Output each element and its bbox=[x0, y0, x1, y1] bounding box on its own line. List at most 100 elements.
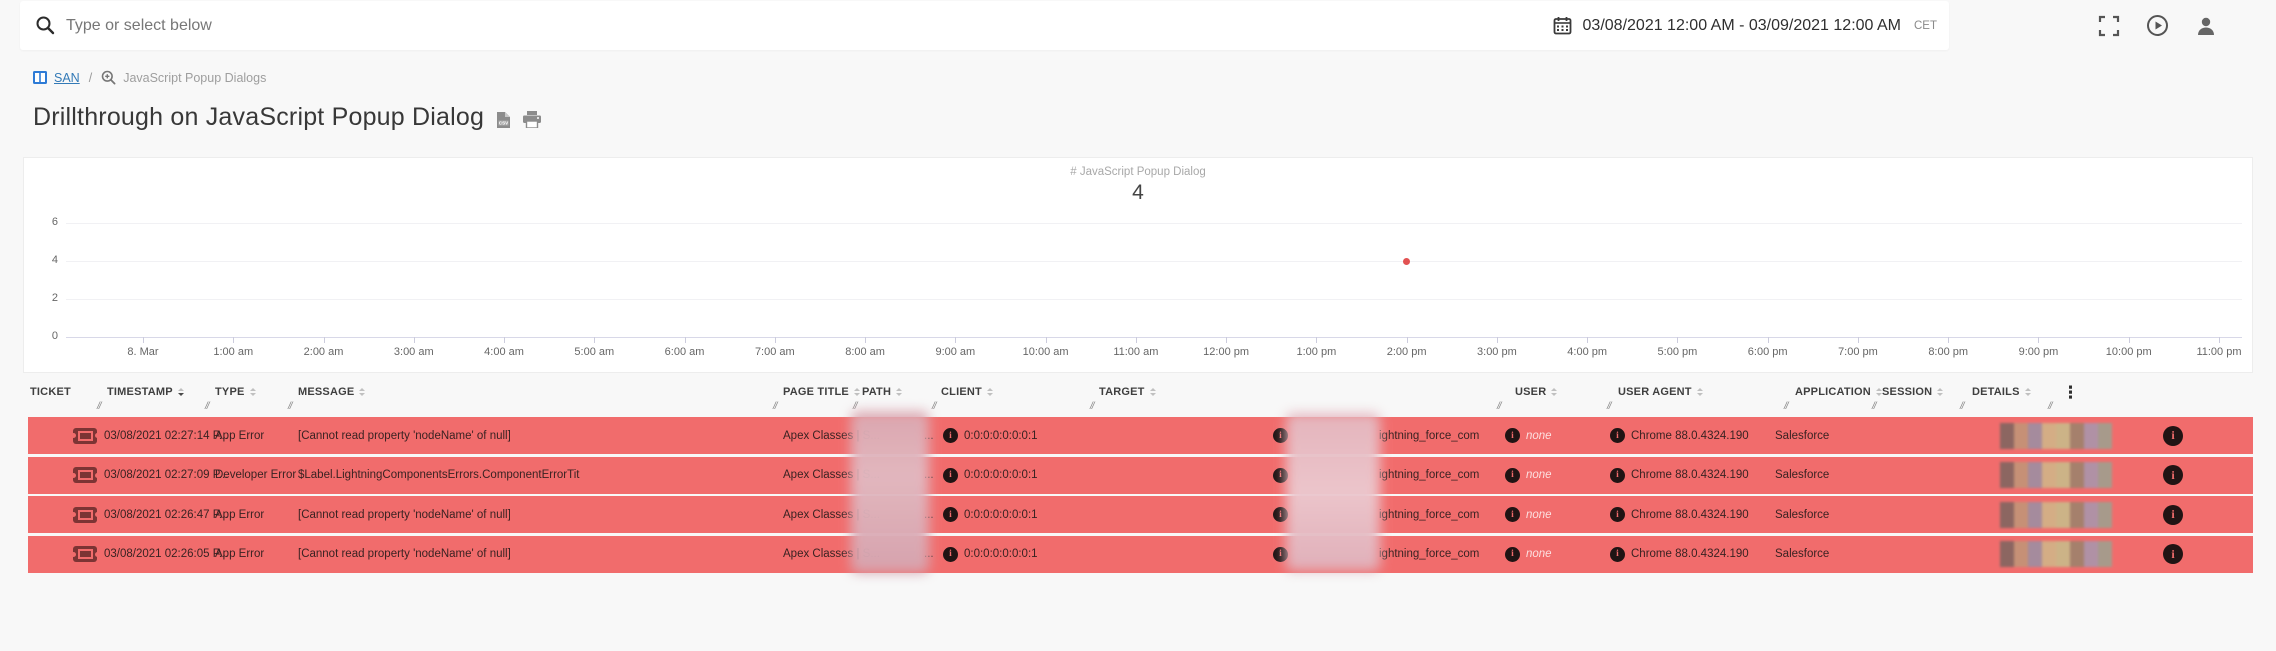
info-icon[interactable] bbox=[1610, 547, 1625, 562]
column-resize-handle[interactable] bbox=[1607, 401, 1611, 412]
fullscreen-button[interactable] bbox=[2098, 15, 2120, 37]
x-tick bbox=[2129, 337, 2130, 343]
ticket-icon[interactable] bbox=[73, 457, 97, 494]
cell-session[interactable] bbox=[2000, 536, 2112, 573]
col-header-client[interactable]: CLIENT bbox=[941, 386, 993, 398]
x-tick-label: 9:00 am bbox=[919, 346, 991, 358]
sort-icon bbox=[1551, 388, 1557, 396]
page-title: Drillthrough on JavaScript Popup Dialog bbox=[33, 103, 484, 132]
details-info-icon[interactable] bbox=[2163, 457, 2189, 494]
table-body: 03/08/2021 02:27:14 P... App Error [Cann… bbox=[28, 417, 2253, 575]
col-header-details[interactable]: DETAILS bbox=[1972, 386, 2031, 398]
sort-icon bbox=[987, 388, 993, 396]
breadcrumb-link-san[interactable]: SAN bbox=[54, 71, 80, 85]
col-header-timestamp[interactable]: TIMESTAMP bbox=[107, 386, 184, 398]
x-tick-label: 11:00 pm bbox=[2183, 346, 2255, 358]
col-header-type[interactable]: TYPE bbox=[215, 386, 256, 398]
info-icon[interactable] bbox=[1505, 507, 1520, 522]
cell-application: Salesforce bbox=[1775, 496, 1829, 533]
col-header-page-title[interactable]: PAGE TITLE bbox=[783, 386, 860, 398]
column-resize-handle[interactable] bbox=[932, 401, 936, 412]
cell-path-more: ... bbox=[924, 457, 934, 494]
x-tick bbox=[1768, 337, 1769, 343]
ticket-icon[interactable] bbox=[73, 536, 97, 573]
x-tick bbox=[1858, 337, 1859, 343]
x-tick bbox=[504, 337, 505, 343]
info-icon[interactable] bbox=[943, 428, 958, 443]
column-resize-handle[interactable] bbox=[1872, 401, 1876, 412]
info-icon[interactable] bbox=[1610, 428, 1625, 443]
column-resize-handle[interactable] bbox=[97, 401, 101, 412]
x-tick-label: 5:00 pm bbox=[1641, 346, 1713, 358]
info-icon[interactable] bbox=[943, 507, 958, 522]
print-button[interactable] bbox=[523, 111, 541, 128]
table-row[interactable]: 03/08/2021 02:27:09 P... Developer Error… bbox=[28, 457, 2253, 494]
col-header-path[interactable]: PATH bbox=[862, 386, 902, 398]
col-header-user[interactable]: USER bbox=[1515, 386, 1557, 398]
x-tick bbox=[865, 337, 866, 343]
info-icon[interactable] bbox=[1273, 507, 1288, 522]
cell-path-more: ... bbox=[924, 536, 934, 573]
info-icon[interactable] bbox=[1273, 428, 1288, 443]
x-tick bbox=[1677, 337, 1678, 343]
col-header-user-agent[interactable]: USER AGENT bbox=[1618, 386, 1703, 398]
ticket-icon[interactable] bbox=[73, 496, 97, 533]
info-icon[interactable] bbox=[943, 547, 958, 562]
cell-user: none bbox=[1505, 496, 1552, 533]
info-icon[interactable] bbox=[1505, 468, 1520, 483]
cell-session[interactable] bbox=[2000, 417, 2112, 454]
column-resize-handle[interactable] bbox=[205, 401, 209, 412]
cell-session[interactable] bbox=[2000, 496, 2112, 533]
column-resize-handle[interactable] bbox=[773, 401, 777, 412]
col-header-message[interactable]: MESSAGE bbox=[298, 386, 365, 398]
user-menu-button[interactable] bbox=[2195, 15, 2217, 37]
column-resize-handle[interactable] bbox=[2048, 401, 2052, 412]
x-tick-label: 12:00 pm bbox=[1190, 346, 1262, 358]
y-tick-label: 0 bbox=[30, 330, 58, 342]
col-header-application[interactable]: APPLICATION bbox=[1795, 386, 1882, 398]
col-header-session[interactable]: SESSION bbox=[1882, 386, 1943, 398]
info-icon[interactable] bbox=[1505, 547, 1520, 562]
column-resize-handle[interactable] bbox=[1960, 401, 1964, 412]
x-tick-label: 10:00 am bbox=[1010, 346, 1082, 358]
column-menu-icon[interactable] bbox=[2058, 383, 2083, 403]
x-tick bbox=[685, 337, 686, 343]
date-range-picker[interactable]: 03/08/2021 12:00 AM - 03/09/2021 12:00 A… bbox=[1553, 1, 1937, 50]
table-row[interactable]: 03/08/2021 02:26:47 P... App Error [Cann… bbox=[28, 496, 2253, 533]
chart-data-point[interactable] bbox=[1403, 258, 1410, 265]
x-tick bbox=[1136, 337, 1137, 343]
session-blur bbox=[2000, 502, 2112, 528]
x-tick bbox=[1497, 337, 1498, 343]
column-resize-handle[interactable] bbox=[1784, 401, 1788, 412]
details-info-icon[interactable] bbox=[2163, 536, 2189, 573]
cell-session[interactable] bbox=[2000, 457, 2112, 494]
x-tick bbox=[1948, 337, 1949, 343]
x-tick-label: 1:00 pm bbox=[1280, 346, 1352, 358]
column-resize-handle[interactable] bbox=[1497, 401, 1501, 412]
cell-target: ightning_force_com bbox=[1273, 417, 1479, 454]
utility-toolbar bbox=[2098, 14, 2217, 37]
details-info-icon[interactable] bbox=[2163, 496, 2189, 533]
info-icon[interactable] bbox=[1273, 468, 1288, 483]
info-icon[interactable] bbox=[1610, 507, 1625, 522]
cell-page-title: Apex Classes | S... bbox=[783, 417, 880, 454]
cell-user: none bbox=[1505, 417, 1552, 454]
export-csv-button[interactable]: CSV bbox=[496, 111, 511, 129]
ticket-icon[interactable] bbox=[73, 417, 97, 454]
column-resize-handle[interactable] bbox=[288, 401, 292, 412]
table-row[interactable]: 03/08/2021 02:27:14 P... App Error [Cann… bbox=[28, 417, 2253, 454]
info-icon[interactable] bbox=[1505, 428, 1520, 443]
replay-button[interactable] bbox=[2146, 14, 2169, 37]
info-icon[interactable] bbox=[1273, 547, 1288, 562]
info-icon[interactable] bbox=[1610, 468, 1625, 483]
x-tick bbox=[955, 337, 956, 343]
column-resize-handle[interactable] bbox=[1090, 401, 1094, 412]
table-row[interactable]: 03/08/2021 02:26:05 P... App Error [Cann… bbox=[28, 536, 2253, 573]
breadcrumb: SAN / JavaScript Popup Dialogs bbox=[33, 70, 266, 85]
col-header-ticket[interactable]: TICKET bbox=[30, 386, 71, 398]
col-header-target[interactable]: TARGET bbox=[1099, 386, 1156, 398]
details-info-icon[interactable] bbox=[2163, 417, 2189, 454]
info-icon[interactable] bbox=[943, 468, 958, 483]
search-input[interactable] bbox=[66, 1, 1406, 50]
column-resize-handle[interactable] bbox=[853, 401, 857, 412]
